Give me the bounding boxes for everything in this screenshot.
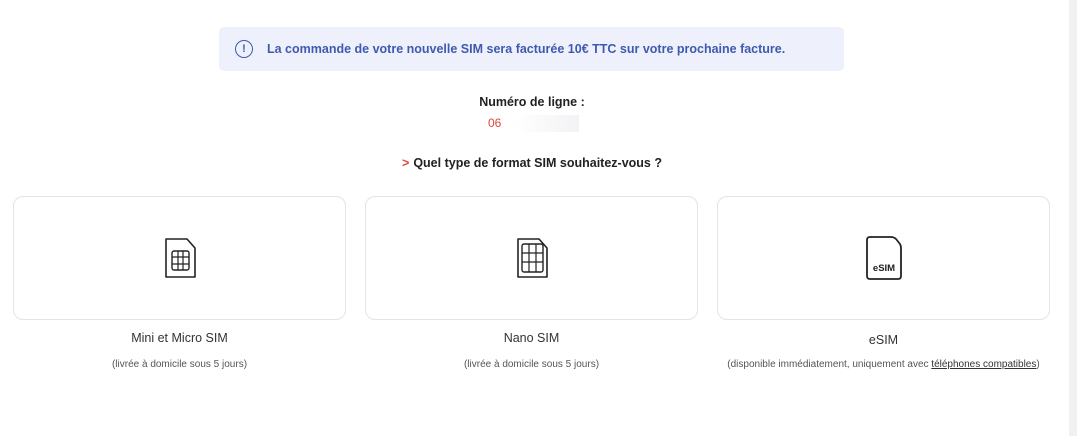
exclamation-circle-icon: !: [235, 40, 253, 58]
option-card-esim[interactable]: eSIM: [717, 196, 1050, 320]
scrollbar[interactable]: [1069, 0, 1077, 436]
banner-text: La commande de votre nouvelle SIM sera f…: [267, 42, 786, 56]
line-number-value: 06: [483, 115, 579, 132]
option-card-mini-micro-sim[interactable]: [13, 196, 346, 320]
option-subtitle: (livrée à domicile sous 5 jours): [463, 359, 600, 370]
compatible-phones-link[interactable]: téléphones compatibles: [931, 359, 1036, 370]
option-title: Nano SIM: [503, 331, 560, 345]
esim-subtitle-suffix: ): [1036, 359, 1040, 370]
sim-order-page: ! La commande de votre nouvelle SIM sera…: [0, 0, 1064, 436]
sim-format-question: > Quel type de format SIM souhaitez-vous …: [0, 156, 1064, 170]
chevron-right-icon: >: [402, 156, 410, 170]
esim-subtitle-text: (disponible immédiatement, uniquement av…: [727, 359, 929, 370]
info-banner: ! La commande de votre nouvelle SIM sera…: [219, 27, 844, 71]
esim-icon-label: eSIM: [872, 263, 894, 274]
option-subtitle: (livrée à domicile sous 5 jours): [111, 359, 248, 370]
option-card-nano-sim[interactable]: [365, 196, 698, 320]
mini-sim-card-icon: [164, 238, 196, 278]
option-title: Mini et Micro SIM: [131, 331, 228, 345]
nano-sim-card-icon: [516, 238, 548, 278]
option-subtitle: (disponible immédiatement, uniquement av…: [717, 358, 1050, 372]
option-title: eSIM: [868, 333, 899, 347]
esim-card-icon: eSIM: [865, 236, 902, 280]
question-text: Quel type de format SIM souhaitez-vous ?: [413, 156, 662, 170]
line-number-label: Numéro de ligne :: [479, 95, 585, 109]
